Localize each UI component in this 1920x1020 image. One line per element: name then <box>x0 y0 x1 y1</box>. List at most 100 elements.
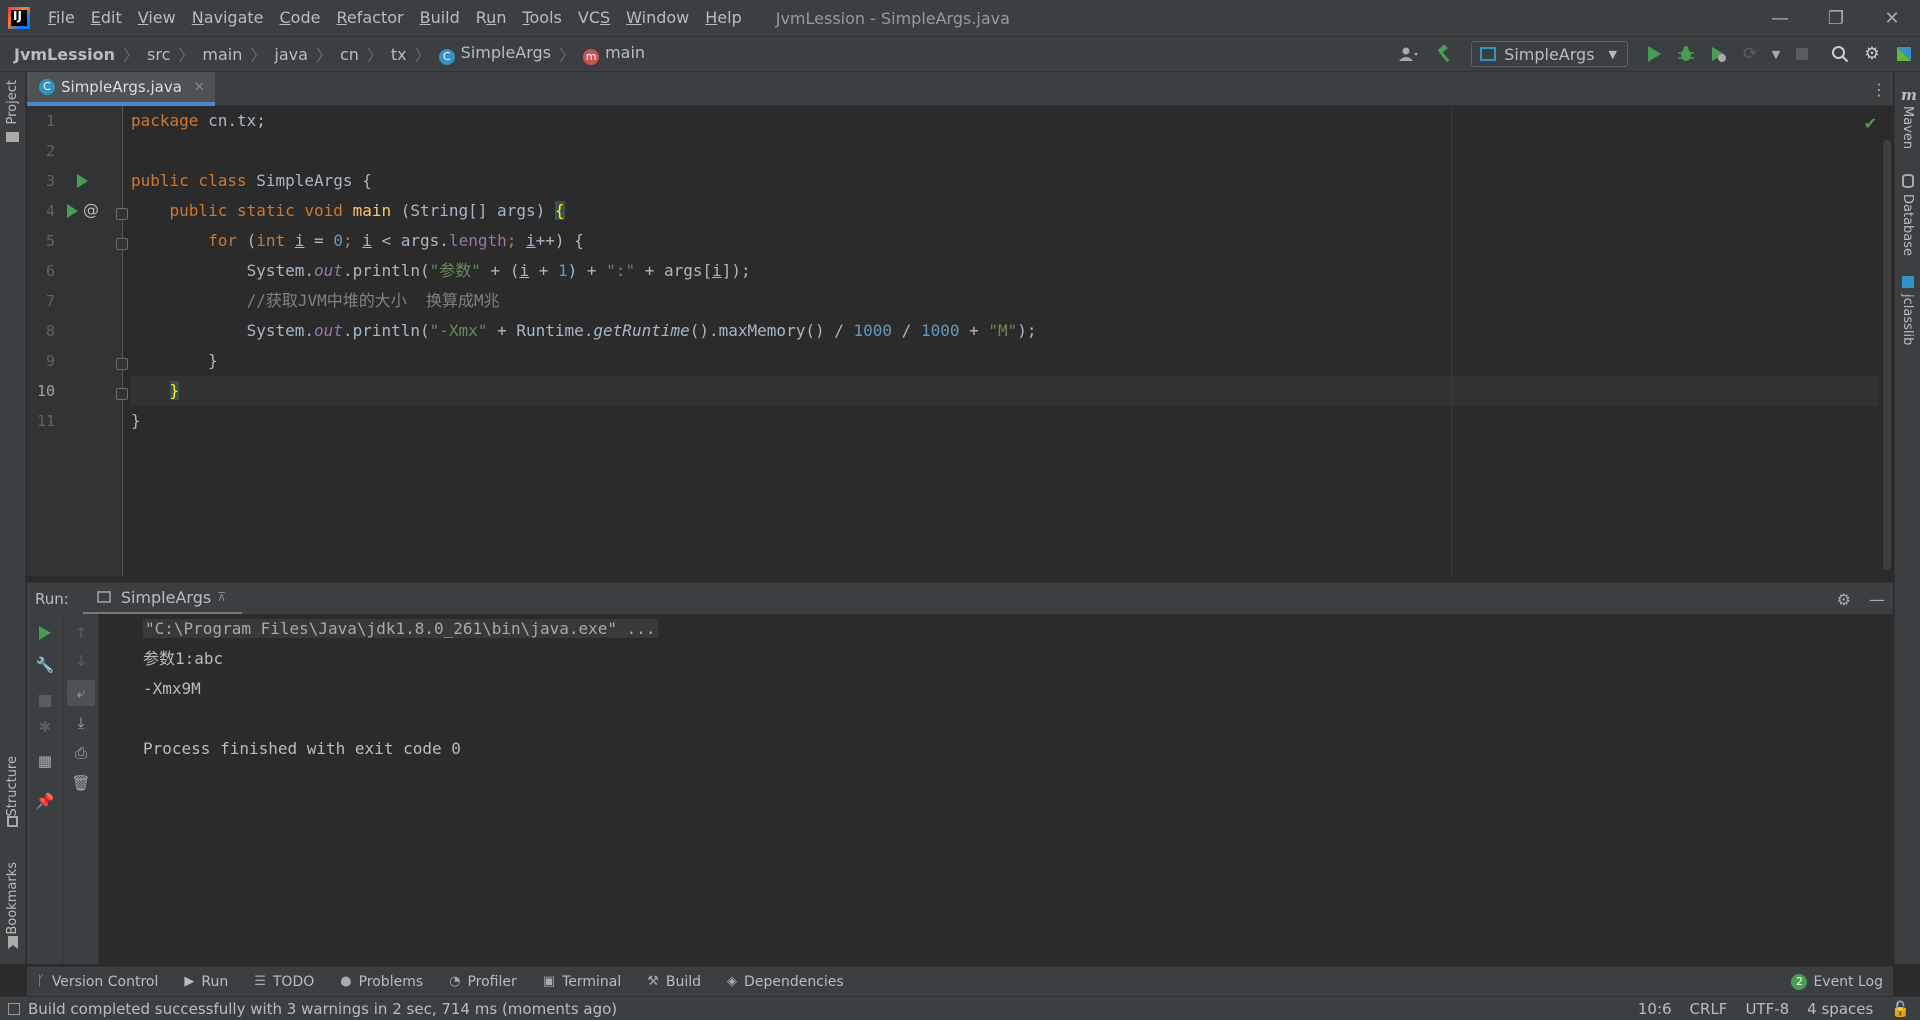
menu-code[interactable]: Code <box>272 0 329 36</box>
run-settings-gear-icon[interactable]: ⚙ <box>1837 590 1851 609</box>
breadcrumb-project[interactable]: JvmLession <box>14 45 115 64</box>
run-main-gutter-icon[interactable] <box>67 204 78 218</box>
implementation-gutter-icon[interactable]: @ <box>83 200 99 219</box>
console-command[interactable]: "C:\Program Files\Java\jdk1.8.0_261\bin\… <box>143 619 658 638</box>
debug-disabled-icon[interactable]: ✱ <box>27 714 63 740</box>
line-number: 8 <box>45 322 55 340</box>
debug-button[interactable] <box>1670 37 1702 71</box>
database-tool-tab[interactable]: Database <box>1900 194 1915 256</box>
menu-edit[interactable]: Edit <box>83 0 130 36</box>
user-icon[interactable] <box>1389 37 1429 71</box>
fold-marker-icon[interactable] <box>116 208 128 220</box>
jetbrains-toolbox-icon[interactable] <box>1888 37 1920 71</box>
breadcrumb-src[interactable]: src <box>147 45 170 64</box>
code-editor[interactable]: 1 2 3 4 5 6 7 8 9 10 11 @ package cn.tx;… <box>27 106 1893 576</box>
fold-marker-icon[interactable] <box>116 358 128 370</box>
fold-marker-icon[interactable] <box>116 238 128 250</box>
layout-icon[interactable]: ▦ <box>27 748 63 774</box>
line-separator[interactable]: CRLF <box>1690 1000 1728 1018</box>
profiler-icon: ◔ <box>449 974 461 989</box>
menu-file[interactable]: File <box>40 0 83 36</box>
project-tool-tab[interactable]: Project <box>5 80 20 124</box>
maven-tool-tab[interactable]: Maven <box>1900 106 1915 149</box>
hide-panel-icon[interactable]: — <box>1869 590 1885 609</box>
tool-build[interactable]: ⚒ Build <box>647 974 701 990</box>
tool-terminal[interactable]: ▣ Terminal <box>543 974 621 990</box>
breadcrumb-tx[interactable]: tx <box>391 45 407 64</box>
run-button[interactable] <box>1638 37 1670 71</box>
menu-run[interactable]: Run <box>468 0 515 36</box>
menu-view[interactable]: View <box>130 0 184 36</box>
fold-marker-icon[interactable] <box>116 388 128 400</box>
coverage-button[interactable] <box>1702 37 1734 71</box>
settings-gear-icon[interactable]: ⚙ <box>1856 37 1888 71</box>
more-tabs-menu-icon[interactable]: ⋮ <box>1871 80 1887 99</box>
tool-profiler[interactable]: ◔ Profiler <box>449 974 517 990</box>
event-log-button[interactable]: 2 Event Log <box>1791 967 1883 997</box>
breadcrumb-separator: 〉 <box>366 46 383 65</box>
close-window-button[interactable]: ✕ <box>1864 0 1920 36</box>
tool-problems[interactable]: ● Problems <box>340 974 423 990</box>
breadcrumb-method[interactable]: m main <box>583 43 645 65</box>
close-tab-icon[interactable]: ✕ <box>194 80 205 95</box>
run-configuration-select[interactable]: SimpleArgs ▼ <box>1471 41 1628 67</box>
jclasslib-tool-tab[interactable]: jclasslib <box>1900 294 1915 345</box>
print-icon[interactable]: ⎙ <box>63 740 99 766</box>
search-everywhere-icon[interactable] <box>1824 37 1856 71</box>
restore-button[interactable]: ❐ <box>1808 0 1864 36</box>
caret-position[interactable]: 10:6 <box>1638 1000 1672 1018</box>
menu-window[interactable]: Window <box>618 0 697 36</box>
editor-scrollbar[interactable] <box>1883 140 1891 570</box>
modify-run-config-wrench-icon[interactable]: 🔧 <box>27 652 63 678</box>
menu-refactor[interactable]: Refactor <box>328 0 411 36</box>
menu-vcs[interactable]: VCS <box>570 0 618 36</box>
console-output[interactable]: "C:\Program Files\Java\jdk1.8.0_261\bin\… <box>107 614 1893 964</box>
structure-tool-tab[interactable]: Structure <box>5 756 20 816</box>
breadcrumb-class[interactable]: C SimpleArgs <box>438 43 551 65</box>
editor-tab-title: SimpleArgs.java <box>61 78 182 96</box>
tool-dependencies[interactable]: ◈ Dependencies <box>727 974 844 990</box>
indent-setting[interactable]: 4 spaces <box>1807 1000 1873 1018</box>
soft-wrap-icon[interactable]: ⤶ <box>67 680 95 706</box>
line-number: 3 <box>45 172 55 190</box>
menu-tools[interactable]: Tools <box>514 0 569 36</box>
window-title: JvmLession - SimpleArgs.java <box>775 8 1010 28</box>
run-class-gutter-icon[interactable] <box>77 174 88 188</box>
scroll-down-arrow-icon[interactable]: ↓ <box>63 648 99 674</box>
read-only-lock-icon[interactable]: 🔓 <box>1891 1000 1910 1018</box>
pin-tab-icon[interactable]: ⊼ <box>217 590 226 604</box>
bookmarks-tool-tab[interactable]: Bookmarks <box>5 862 20 935</box>
scroll-up-arrow-icon[interactable]: ↑ <box>63 620 99 646</box>
breadcrumb-main[interactable]: main <box>202 45 242 64</box>
editor-tab-simpleargs[interactable]: C SimpleArgs.java ✕ <box>27 72 215 106</box>
pin-icon[interactable]: 📌 <box>27 788 63 814</box>
menu-navigate[interactable]: Navigate <box>184 0 272 36</box>
menu-help[interactable]: Help <box>697 0 749 36</box>
structure-icon <box>7 816 18 827</box>
run-panel-actions: ⚙ — <box>1819 583 1885 615</box>
code-line: } <box>131 411 141 430</box>
file-encoding[interactable]: UTF-8 <box>1745 1000 1789 1018</box>
stop-button[interactable] <box>1786 37 1818 71</box>
more-run-options-icon[interactable]: ▼ <box>1766 37 1786 71</box>
tool-run[interactable]: ▶ Run <box>184 974 228 990</box>
rerun-button[interactable] <box>27 620 63 646</box>
breadcrumb-cn[interactable]: cn <box>340 45 359 64</box>
scroll-to-end-icon[interactable]: ⤓ <box>63 710 99 736</box>
stop-process-button[interactable] <box>27 688 63 714</box>
problems-icon: ● <box>340 974 352 989</box>
toggle-tool-windows-icon[interactable] <box>8 1002 20 1015</box>
tool-todo[interactable]: ☰ TODO <box>254 974 314 990</box>
code-area[interactable]: package cn.tx; public class SimpleArgs {… <box>131 106 1879 576</box>
no-problems-check-icon[interactable]: ✔ <box>1864 114 1877 133</box>
breadcrumb-java[interactable]: java <box>274 45 308 64</box>
build-hammer-icon[interactable] <box>1429 37 1461 71</box>
minimize-button[interactable]: — <box>1752 0 1808 36</box>
tool-version-control[interactable]: ᚴ Version Control <box>37 974 158 990</box>
run-toolbar-secondary: ↑ ↓ ⤶ ⤓ ⎙ 🗑 <box>63 614 99 964</box>
menu-build[interactable]: Build <box>412 0 468 36</box>
run-tab-simpleargs[interactable]: SimpleArgs ⊼ <box>82 583 242 615</box>
status-message[interactable]: Build completed successfully with 3 warn… <box>8 1000 617 1018</box>
clear-all-trash-icon[interactable]: 🗑 <box>63 770 99 796</box>
profiler-button[interactable]: ⟳ <box>1734 37 1766 71</box>
